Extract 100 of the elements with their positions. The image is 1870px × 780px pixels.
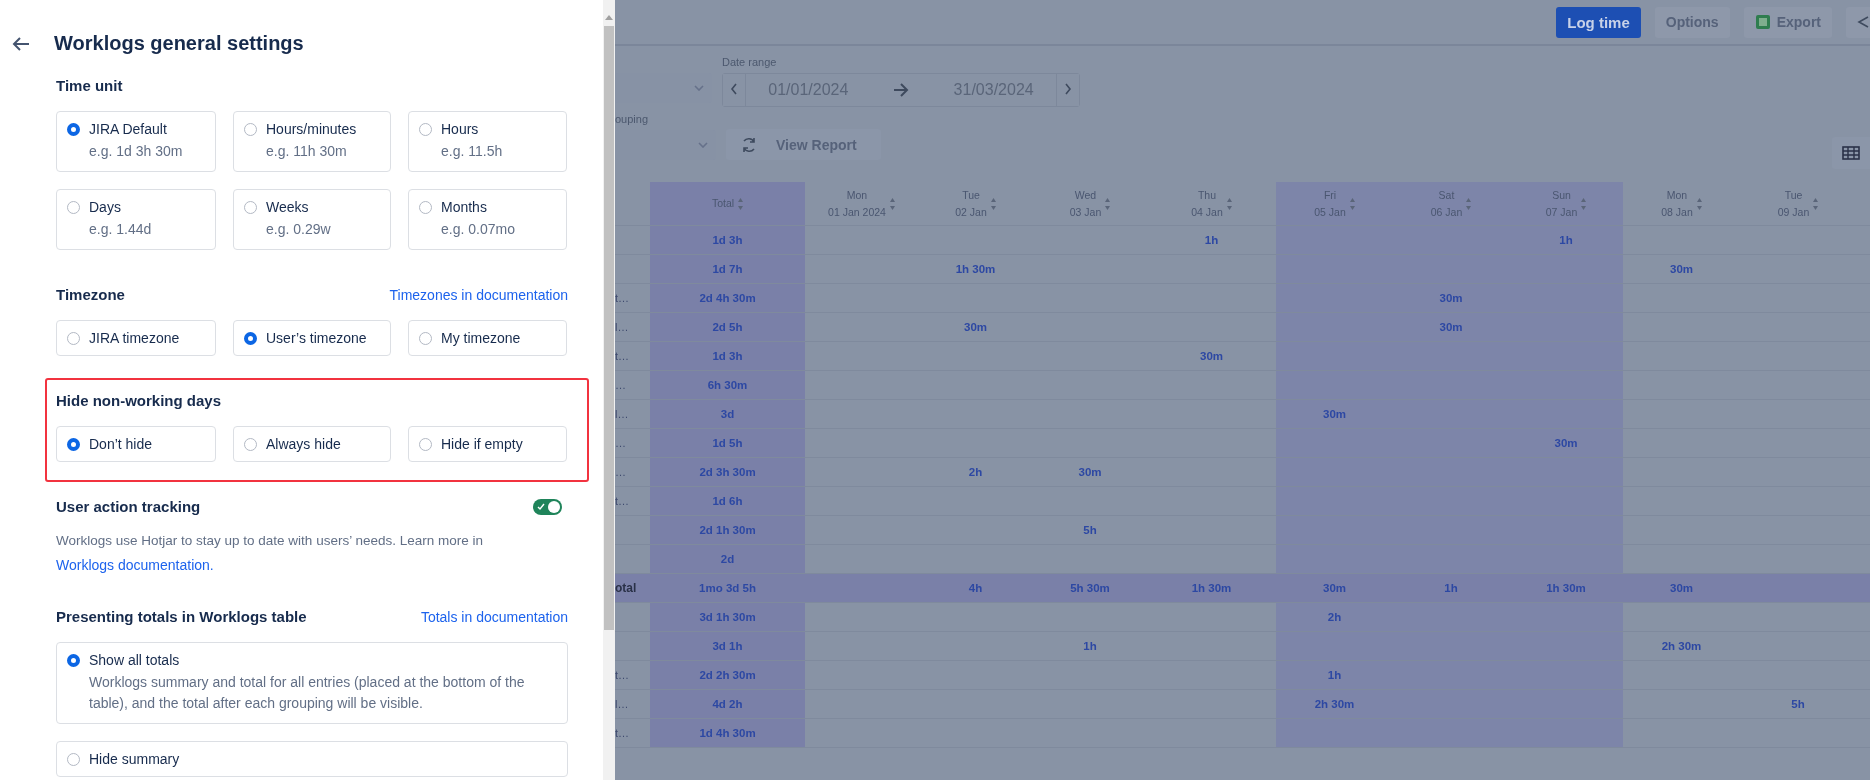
option-label: Hours/minutes [266, 121, 357, 137]
chevron-right-icon [1064, 83, 1072, 95]
back-arrow-icon[interactable] [12, 35, 30, 52]
radio-button[interactable] [67, 332, 80, 345]
total-cell: 3d [650, 400, 805, 429]
share-button[interactable] [1846, 6, 1870, 38]
option-description: e.g. 11.5h [441, 142, 503, 161]
sort-icon[interactable] [889, 197, 895, 210]
sort-icon[interactable] [990, 197, 996, 210]
table-cell: 1h 30m [918, 255, 1033, 284]
total-cell: 2d 2h 30m [650, 661, 805, 690]
total-cell: 1d 7h [650, 255, 805, 284]
section-title: Presenting totals in Worklogs table [56, 608, 307, 625]
option-label: Days [89, 199, 122, 215]
grid-icon [1842, 146, 1860, 160]
radio-button[interactable] [67, 654, 80, 667]
option-label: Hide if empty [441, 436, 523, 452]
radio-button[interactable] [67, 438, 80, 451]
option-label: Months [441, 199, 488, 215]
total-cell: 1d 3h [650, 226, 805, 255]
option-card[interactable]: Show all totals Worklogs summary and total for all entries (placed at the bottom of the table), and the total after each grouping will be visible. [56, 642, 568, 724]
row-label: otal [615, 574, 650, 603]
toggle-switch[interactable] [533, 498, 562, 515]
table-view-button[interactable] [1832, 137, 1870, 169]
log-time-button[interactable]: Log time [1556, 6, 1641, 38]
sort-icon[interactable] [738, 197, 744, 210]
field-label: Date range [722, 56, 778, 70]
option-label: Always hide [266, 436, 341, 452]
radio-button[interactable] [67, 201, 80, 214]
table-cell: 1h [1393, 574, 1509, 603]
section-title: Time unit [56, 77, 123, 94]
radio-button[interactable] [244, 438, 257, 451]
panel-title: Worklogs general settings [54, 32, 304, 55]
option-card[interactable]: Weeks e.g. 0.29w [233, 189, 391, 250]
total-cell: 2d 4h 30m [650, 284, 805, 313]
sort-icon[interactable] [1581, 197, 1587, 210]
total-cell: 2d 3h 30m [650, 458, 805, 487]
documentation-link[interactable]: Worklogs documentation. [56, 557, 214, 573]
radio-button[interactable] [67, 753, 80, 766]
option-card[interactable]: My timezone [408, 320, 567, 356]
total-cell: 1d 5h [650, 429, 805, 458]
total-cell: 6h 30m [650, 371, 805, 400]
description-text: Worklogs use Hotjar to stay up to date with users’ needs. Learn more in Worklogs documentation. [56, 532, 484, 575]
option-card[interactable]: User’s timezone [233, 320, 391, 356]
table-cell: 30m [1623, 574, 1740, 603]
option-label: Weeks [266, 199, 310, 215]
total-cell: 2d 1h 30m [650, 516, 805, 545]
chevron-left-icon [730, 83, 738, 95]
scrollbar[interactable] [603, 0, 615, 780]
table-cell: 2h [918, 458, 1033, 487]
radio-button[interactable] [244, 201, 257, 214]
option-card[interactable]: JIRA timezone [56, 320, 216, 356]
radio-button[interactable] [419, 123, 432, 136]
option-card[interactable]: Hide if empty [408, 426, 567, 462]
option-card[interactable]: JIRA Default e.g. 1d 3h 30m [56, 111, 216, 172]
radio-button[interactable] [67, 123, 80, 136]
total-cell: 3d 1h 30m [650, 603, 805, 632]
option-label: Show all totals [89, 652, 181, 668]
spreadsheet-icon [1754, 14, 1771, 30]
sort-icon[interactable] [1696, 197, 1702, 210]
radio-button[interactable] [419, 332, 432, 345]
option-card[interactable]: Months e.g. 0.07mo [408, 189, 567, 250]
refresh-icon [740, 135, 758, 154]
radio-button[interactable] [419, 438, 432, 451]
table-cell: 4h [918, 574, 1033, 603]
option-card[interactable]: Hours e.g. 11.5h [408, 111, 567, 172]
caret-icon [694, 85, 704, 91]
section-title: Timezone [56, 286, 125, 303]
option-card[interactable]: Always hide [233, 426, 391, 462]
option-card[interactable]: Hours/minutes e.g. 11h 30m [233, 111, 391, 172]
arrow-right-icon [893, 83, 909, 97]
radio-button[interactable] [419, 201, 432, 214]
table-cell: 30m [1033, 458, 1147, 487]
option-label: My timezone [441, 330, 521, 346]
table-cell: 2h [1276, 603, 1393, 632]
option-description: Worklogs summary and total for all entries (placed at the bottom of the table), and the total after each grouping will be visible. [89, 673, 526, 713]
documentation-link[interactable]: Timezones in documentation [389, 286, 568, 303]
option-card[interactable]: Hide summary [56, 741, 568, 777]
option-label: Don’t hide [89, 436, 153, 452]
option-label: Hide summary [89, 751, 180, 767]
option-card[interactable]: Days e.g. 1.44d [56, 189, 216, 250]
radio-button[interactable] [244, 123, 257, 136]
option-description: e.g. 0.29w [266, 220, 331, 239]
radio-button[interactable] [244, 332, 257, 345]
total-cell: 1mo 3d 5h [650, 574, 805, 603]
table-cell: 30m [918, 313, 1033, 342]
option-description: e.g. 1.44d [89, 220, 152, 239]
option-card[interactable]: Don’t hide [56, 426, 216, 462]
table-cell: 30m [1393, 284, 1509, 313]
sort-icon[interactable] [1349, 197, 1355, 210]
table-cell: 5h [1740, 690, 1856, 719]
sort-icon[interactable] [1105, 197, 1111, 210]
sort-icon[interactable] [1813, 197, 1819, 210]
total-cell: 3d 1h [650, 632, 805, 661]
sort-icon[interactable] [1226, 197, 1232, 210]
option-description: e.g. 11h 30m [266, 142, 348, 161]
check-icon [537, 502, 545, 511]
sort-icon[interactable] [1466, 197, 1472, 210]
documentation-link[interactable]: Totals in documentation [420, 608, 568, 625]
table-cell: 1h [1276, 661, 1393, 690]
